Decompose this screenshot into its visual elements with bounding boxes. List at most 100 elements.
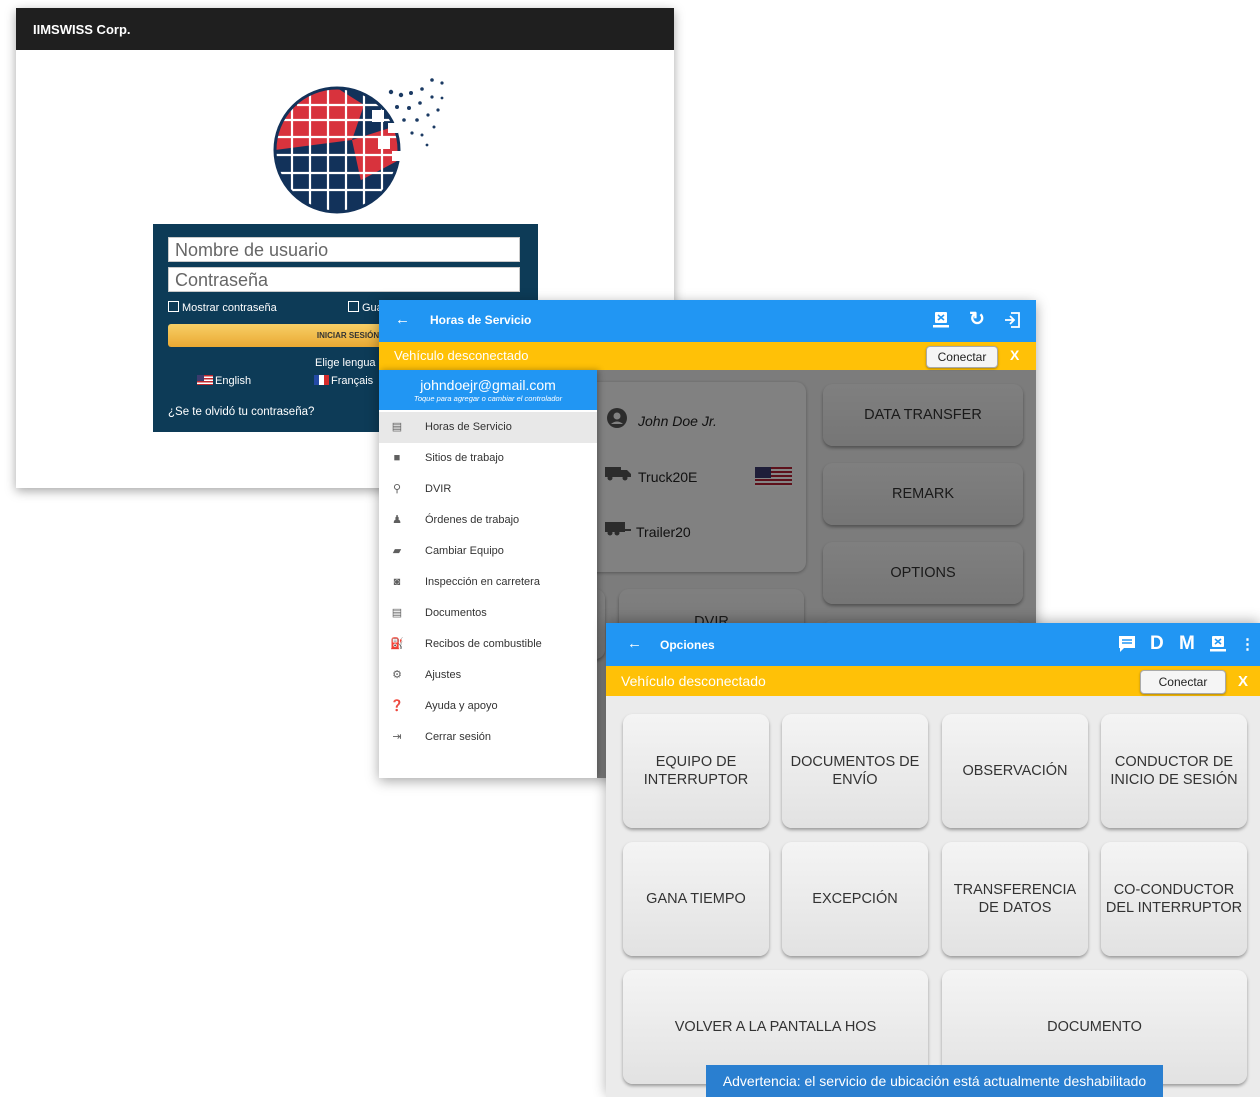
duty-d-button[interactable]: D bbox=[1150, 633, 1164, 655]
menu-item-label: Inspección en carretera bbox=[425, 576, 540, 588]
message-icon[interactable] bbox=[1118, 635, 1136, 658]
hos-app-bar: ← Horas de Servicio ↻ bbox=[379, 300, 1036, 342]
button-line: GANA TIEMPO bbox=[646, 891, 746, 907]
duty-m-button[interactable]: M bbox=[1179, 633, 1195, 655]
options-title: Opciones bbox=[660, 638, 715, 652]
menu-item-work-sites[interactable]: ■ Sitios de trabajo bbox=[379, 443, 597, 474]
logout-icon[interactable] bbox=[1003, 311, 1021, 334]
menu-item-work-orders[interactable]: ♟ Órdenes de trabajo bbox=[379, 505, 597, 536]
button-line: EQUIPO DE bbox=[655, 754, 737, 770]
choose-language-label: Elige lengua bbox=[315, 357, 376, 369]
remark-button[interactable]: OBSERVACIÓN bbox=[942, 714, 1088, 828]
menu-item-change-equipment[interactable]: ▰ Cambiar Equipo bbox=[379, 536, 597, 567]
button-line: DEL INTERRUPTOR bbox=[1105, 900, 1243, 916]
vehicle-status-text: Vehículo desconectado bbox=[394, 348, 529, 363]
navigation-drawer: johndoejr@gmail.com Toque para agregar o… bbox=[379, 370, 597, 778]
document-icon: ▤ bbox=[391, 607, 403, 619]
menu-item-label: Cerrar sesión bbox=[425, 731, 492, 743]
drawer-header[interactable]: johndoejr@gmail.com Toque para agregar o… bbox=[379, 370, 597, 410]
menu-item-label: Órdenes de trabajo bbox=[425, 514, 520, 526]
back-arrow-icon[interactable]: ← bbox=[395, 311, 410, 328]
menu-item-label: Ayuda y apoyo bbox=[425, 700, 498, 712]
options-screen: ← Opciones D M ⋮ Vehículo desconectado C… bbox=[606, 623, 1260, 1097]
menu-item-roadside-inspection[interactable]: ◙ Inspección en carretera bbox=[379, 567, 597, 598]
help-icon: ❓ bbox=[390, 700, 404, 712]
password-input[interactable]: Contraseña bbox=[168, 267, 520, 292]
menu-item-hours-of-service[interactable]: ▤ Horas de Servicio bbox=[379, 412, 597, 443]
login-driver-button[interactable]: CONDUCTOR DE INICIO DE SESIÓN bbox=[1101, 714, 1247, 828]
menu-item-label: Documentos bbox=[425, 607, 487, 619]
button-line: OBSERVACIÓN bbox=[962, 763, 1068, 779]
show-password-checkbox[interactable]: Mostrar contraseña bbox=[168, 301, 277, 314]
close-status-button[interactable]: X bbox=[1010, 347, 1019, 363]
show-password-label: Mostrar contraseña bbox=[182, 302, 277, 314]
logout-icon: ⇥ bbox=[392, 731, 402, 743]
checkbox-icon bbox=[168, 301, 179, 312]
forgot-password-link[interactable]: ¿Se te olvidó tu contraseña? bbox=[168, 406, 314, 418]
menu-item-label: Horas de Servicio bbox=[425, 421, 512, 433]
back-arrow-icon[interactable]: ← bbox=[627, 635, 642, 652]
location-warning-toast: Advertencia: el servicio de ubicación es… bbox=[706, 1065, 1163, 1097]
menu-item-label: Sitios de trabajo bbox=[425, 452, 504, 464]
fuel-icon: ⛽ bbox=[390, 638, 404, 650]
button-line: EXCEPCIÓN bbox=[812, 891, 898, 907]
save-checkbox[interactable]: Gua bbox=[348, 301, 383, 314]
french-language-option[interactable]: Français bbox=[314, 375, 373, 387]
shipping-documents-button[interactable]: DOCUMENTOS DE ENVÍO bbox=[782, 714, 928, 828]
button-line: CO-CONDUCTOR bbox=[1113, 882, 1235, 898]
change-driver-hint: Toque para agregar o cambiar el controla… bbox=[413, 394, 563, 403]
english-label: English bbox=[215, 375, 252, 387]
vehicle-status-bar: Vehículo desconectado Conectar X bbox=[606, 666, 1260, 696]
options-app-bar: ← Opciones D M ⋮ bbox=[606, 623, 1260, 666]
connect-button[interactable]: Conectar bbox=[926, 346, 998, 368]
close-status-button[interactable]: X bbox=[1238, 673, 1248, 690]
menu-item-dvir[interactable]: ⚲ DVIR bbox=[379, 474, 597, 505]
button-line: INTERRUPTOR bbox=[643, 772, 749, 788]
menu-item-label: Cambiar Equipo bbox=[425, 545, 504, 557]
connect-button[interactable]: Conectar bbox=[1140, 670, 1226, 694]
inspection-icon: ◙ bbox=[393, 576, 401, 588]
english-language-option[interactable]: English bbox=[197, 375, 251, 387]
button-line: TRANSFERENCIA bbox=[953, 882, 1077, 898]
checkbox-icon bbox=[348, 301, 359, 312]
hos-title: Horas de Servicio bbox=[430, 313, 532, 327]
menu-item-help[interactable]: ❓ Ayuda y apoyo bbox=[379, 691, 597, 722]
exception-button[interactable]: EXCEPCIÓN bbox=[782, 842, 928, 956]
driver-email: johndoejr@gmail.com bbox=[420, 377, 556, 393]
more-vert-icon[interactable]: ⋮ bbox=[1240, 635, 1255, 653]
us-flag-icon bbox=[197, 375, 213, 385]
bluetooth-device-icon[interactable] bbox=[1210, 635, 1226, 658]
truck-icon: ▰ bbox=[392, 545, 402, 557]
switch-equipment-button[interactable]: EQUIPO DE INTERRUPTOR bbox=[623, 714, 769, 828]
button-line: INICIO DE SESIÓN bbox=[1110, 772, 1238, 788]
search-icon: ⚲ bbox=[392, 483, 402, 495]
french-label: Français bbox=[331, 375, 374, 387]
button-line: ENVÍO bbox=[832, 772, 878, 788]
refresh-icon[interactable]: ↻ bbox=[969, 308, 985, 331]
switch-co-driver-button[interactable]: CO-CONDUCTOR DEL INTERRUPTOR bbox=[1101, 842, 1247, 956]
france-flag-icon bbox=[314, 375, 329, 385]
menu-item-settings[interactable]: ⚙ Ajustes bbox=[379, 660, 597, 691]
vehicle-status-text: Vehículo desconectado bbox=[621, 673, 766, 689]
menu-item-logout[interactable]: ⇥ Cerrar sesión bbox=[379, 722, 597, 753]
button-line: DOCUMENTOS DE bbox=[790, 754, 920, 770]
menu-item-fuel-receipts[interactable]: ⛽ Recibos de combustible bbox=[379, 629, 597, 660]
briefcase-icon: ■ bbox=[393, 452, 401, 464]
data-transfer-button[interactable]: TRANSFERENCIA DE DATOS bbox=[942, 842, 1088, 956]
menu-item-label: DVIR bbox=[425, 483, 452, 495]
button-line: DOCUMENTO bbox=[1047, 1019, 1142, 1035]
company-name: IIMSWISS Corp. bbox=[33, 22, 131, 37]
vehicle-status-bar: Vehículo desconectado Conectar X bbox=[379, 342, 1036, 370]
gain-time-button[interactable]: GANA TIEMPO bbox=[623, 842, 769, 956]
company-logo bbox=[273, 78, 444, 214]
login-title-bar: IIMSWISS Corp. bbox=[16, 8, 674, 50]
menu-item-label: Ajustes bbox=[425, 669, 462, 681]
menu-item-documents[interactable]: ▤ Documentos bbox=[379, 598, 597, 629]
worker-icon: ♟ bbox=[392, 514, 402, 526]
button-line: CONDUCTOR DE bbox=[1114, 754, 1234, 770]
gear-icon: ⚙ bbox=[392, 669, 402, 681]
menu-item-label: Recibos de combustible bbox=[425, 638, 542, 650]
bluetooth-device-icon[interactable] bbox=[933, 311, 949, 334]
username-input[interactable]: Nombre de usuario bbox=[168, 237, 520, 262]
clipboard-icon: ▤ bbox=[391, 421, 403, 433]
